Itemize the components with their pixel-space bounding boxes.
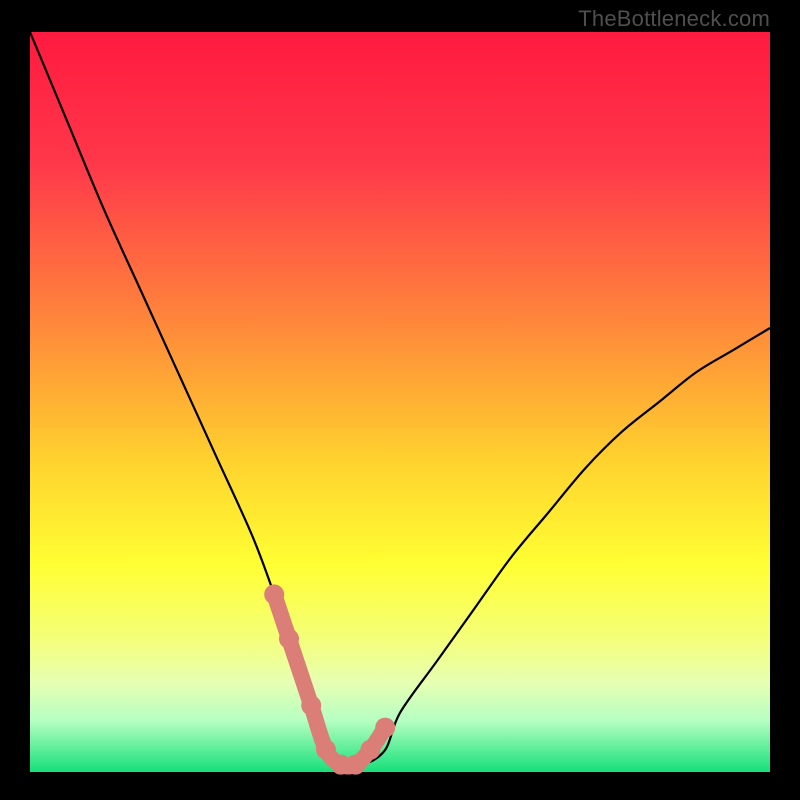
plot-area	[30, 32, 770, 772]
highlight-dot	[264, 584, 284, 604]
highlight-dot	[316, 740, 336, 760]
chart-frame: TheBottleneck.com	[0, 0, 800, 800]
highlight-dot	[360, 740, 380, 760]
highlight-dot	[279, 629, 299, 649]
highlight-dot	[301, 695, 321, 715]
highlight-dot	[346, 755, 366, 775]
highlight-markers	[264, 584, 395, 774]
highlight-dot	[375, 718, 395, 738]
curve-layer	[30, 32, 770, 772]
watermark-text: TheBottleneck.com	[578, 6, 770, 32]
bottleneck-curve	[30, 32, 770, 766]
